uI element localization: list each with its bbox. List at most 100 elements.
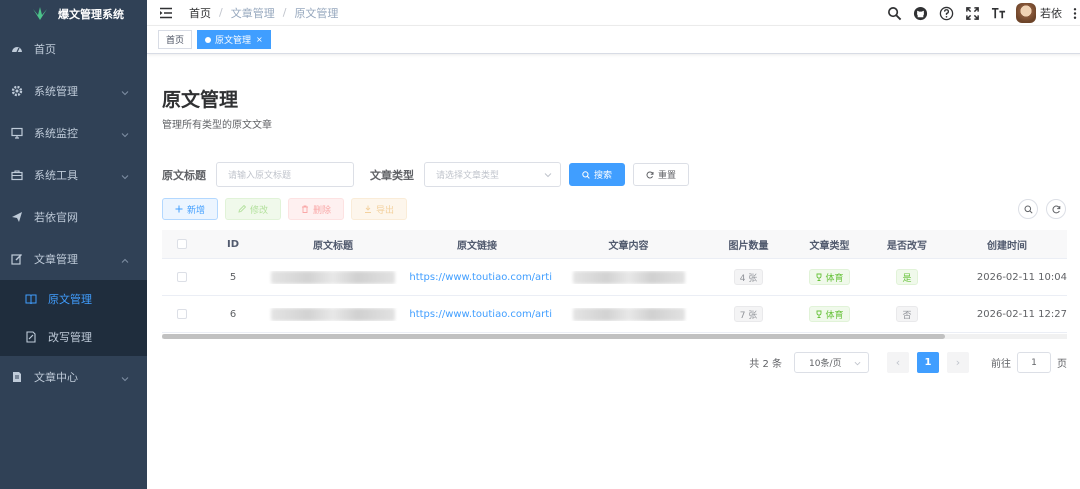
search-form: 原文标题 请输入原文标题 文章类型 请选择文章类型 搜索 重置 xyxy=(162,162,1067,187)
sidebar-subitem-label: 改写管理 xyxy=(48,331,92,344)
page-number-current[interactable]: 1 xyxy=(917,352,939,373)
navbar: 首页 / 文章管理 / 原文管理 若依 xyxy=(147,0,1080,26)
sidebar-item-official-site[interactable]: 若依官网 xyxy=(0,196,147,238)
page-size-select[interactable]: 10条/页 xyxy=(794,352,869,373)
tag-home[interactable]: 首页 xyxy=(158,30,193,49)
user-name[interactable]: 若依 xyxy=(1040,5,1062,21)
breadcrumb-home[interactable]: 首页 xyxy=(189,5,211,21)
cell-rewritten: 是 xyxy=(867,269,947,285)
cell-created: 2026-02-11 10:04 xyxy=(976,271,1067,283)
app-logo[interactable]: 爆文管理系统 xyxy=(0,0,147,28)
sidebar-subitem-label: 原文管理 xyxy=(48,293,92,306)
avatar[interactable] xyxy=(1016,3,1036,23)
github-icon[interactable] xyxy=(912,5,928,21)
header-created: 创建时间 xyxy=(987,240,1027,252)
more-vertical-icon[interactable] xyxy=(1072,5,1078,21)
close-icon[interactable]: × xyxy=(256,35,263,44)
cell-type: 体育 xyxy=(792,269,867,285)
cell-image-count: 7 张 xyxy=(705,306,792,322)
action-toolbar: 新增 修改 删除 导出 xyxy=(162,198,1067,220)
cell-created: 2026-02-11 12:27 xyxy=(976,308,1067,320)
pagination-total: 共 2 条 xyxy=(749,359,782,370)
next-page-button[interactable]: › xyxy=(947,352,969,373)
cell-content-redacted xyxy=(552,270,705,284)
header-link: 原文链接 xyxy=(457,240,497,252)
page-content: 原文管理 管理所有类型的原文文章 原文标题 请输入原文标题 文章类型 请选择文章… xyxy=(147,85,1080,373)
export-button[interactable]: 导出 xyxy=(351,198,407,220)
sidebar-subitem-original[interactable]: 原文管理 xyxy=(0,280,147,318)
breadcrumb-current: 原文管理 xyxy=(294,6,339,20)
type-filter-placeholder: 请选择文章类型 xyxy=(436,171,500,181)
font-size-icon[interactable] xyxy=(990,5,1006,21)
sidebar-subitem-rewrite[interactable]: 改写管理 xyxy=(0,318,147,356)
refresh-icon xyxy=(646,170,654,178)
delete-button[interactable]: 删除 xyxy=(288,198,344,220)
cell-id: 6 xyxy=(229,308,237,320)
cell-title-redacted xyxy=(264,307,402,321)
tag-original[interactable]: 原文管理 × xyxy=(197,30,271,49)
row-checkbox[interactable] xyxy=(162,272,202,282)
edit-icon xyxy=(238,205,246,213)
sidebar-item-label: 首页 xyxy=(34,43,56,56)
sidebar: 爆文管理系统 首页 系统管理 系统监控 系统工具 若依官网 文章管理 原文管理 … xyxy=(0,0,147,489)
page-size-value: 10条/页 xyxy=(809,359,842,369)
article-link[interactable]: https://www.toutiao.com/arti xyxy=(409,272,552,283)
chevron-down-icon xyxy=(121,373,129,382)
sidebar-item-monitor[interactable]: 系统监控 xyxy=(0,112,147,154)
table-row[interactable]: 5 https://www.toutiao.com/arti 4 张 体育 是 … xyxy=(162,259,1067,296)
goto-page-input[interactable]: 1 xyxy=(1017,352,1051,373)
add-button[interactable]: 新增 xyxy=(162,198,218,220)
edit-button[interactable]: 修改 xyxy=(225,198,281,220)
table-row[interactable]: 6 https://www.toutiao.com/arti 7 张 体育 否 … xyxy=(162,296,1067,333)
chevron-down-icon xyxy=(121,129,129,138)
breadcrumb-separator: / xyxy=(282,6,287,19)
navbar-tools: 若依 xyxy=(886,0,1078,26)
refresh-icon xyxy=(1052,205,1060,213)
trophy-icon xyxy=(817,310,822,318)
fullscreen-icon[interactable] xyxy=(964,5,980,21)
horizontal-scrollbar[interactable] xyxy=(162,334,1067,339)
title-filter-input[interactable]: 请输入原文标题 xyxy=(216,162,354,187)
book-icon xyxy=(24,292,38,306)
prev-page-button[interactable]: ‹ xyxy=(887,352,909,373)
hamburger-icon[interactable] xyxy=(159,7,173,19)
type-label: 体育 xyxy=(825,310,844,321)
select-all-checkbox[interactable] xyxy=(162,239,202,249)
search-icon[interactable] xyxy=(886,5,902,21)
rewrite-icon xyxy=(24,330,38,344)
article-table: ID 原文标题 原文链接 文章内容 图片数量 文章类型 是否改写 创建时间 5 … xyxy=(162,230,1067,339)
cell-image-count: 4 张 xyxy=(705,269,792,285)
toggle-search-button[interactable] xyxy=(1018,199,1038,219)
cell-link[interactable]: https://www.toutiao.com/arti xyxy=(402,309,552,320)
sidebar-item-article-center[interactable]: 文章中心 xyxy=(0,356,147,398)
sidebar-item-label: 若依官网 xyxy=(34,211,78,224)
header-id[interactable]: ID xyxy=(202,239,264,250)
goto-label: 前往 xyxy=(991,359,1011,370)
reset-button[interactable]: 重置 xyxy=(633,163,689,186)
cell-link[interactable]: https://www.toutiao.com/arti xyxy=(402,272,552,283)
sidebar-item-tools[interactable]: 系统工具 xyxy=(0,154,147,196)
pagination: 共 2 条 10条/页 ‹ 1 › 前往 1 页 xyxy=(162,352,1067,373)
row-checkbox[interactable] xyxy=(162,309,202,319)
sidebar-item-label: 系统工具 xyxy=(34,169,78,182)
gear-icon xyxy=(10,84,24,98)
sidebar-item-label: 系统管理 xyxy=(34,85,78,98)
export-button-label: 导出 xyxy=(375,205,394,216)
search-button-label: 搜索 xyxy=(593,171,612,181)
goto-unit: 页 xyxy=(1057,359,1067,370)
help-icon[interactable] xyxy=(938,5,954,21)
chevron-up-icon xyxy=(121,255,129,263)
active-dot-icon xyxy=(205,36,212,43)
cell-content-redacted xyxy=(552,307,705,321)
search-button[interactable]: 搜索 xyxy=(569,163,625,186)
refresh-button[interactable] xyxy=(1046,199,1066,219)
sidebar-item-system[interactable]: 系统管理 xyxy=(0,70,147,112)
page-subtitle: 管理所有类型的原文文章 xyxy=(162,120,272,131)
sidebar-item-article-management[interactable]: 文章管理 xyxy=(0,238,147,280)
type-filter-select[interactable]: 请选择文章类型 xyxy=(424,162,561,187)
type-filter-label: 文章类型 xyxy=(370,168,414,182)
article-link[interactable]: https://www.toutiao.com/arti xyxy=(409,309,552,320)
sidebar-item-home[interactable]: 首页 xyxy=(0,28,147,70)
scrollbar-thumb[interactable] xyxy=(162,334,945,339)
sidebar-item-label: 文章管理 xyxy=(34,253,78,266)
